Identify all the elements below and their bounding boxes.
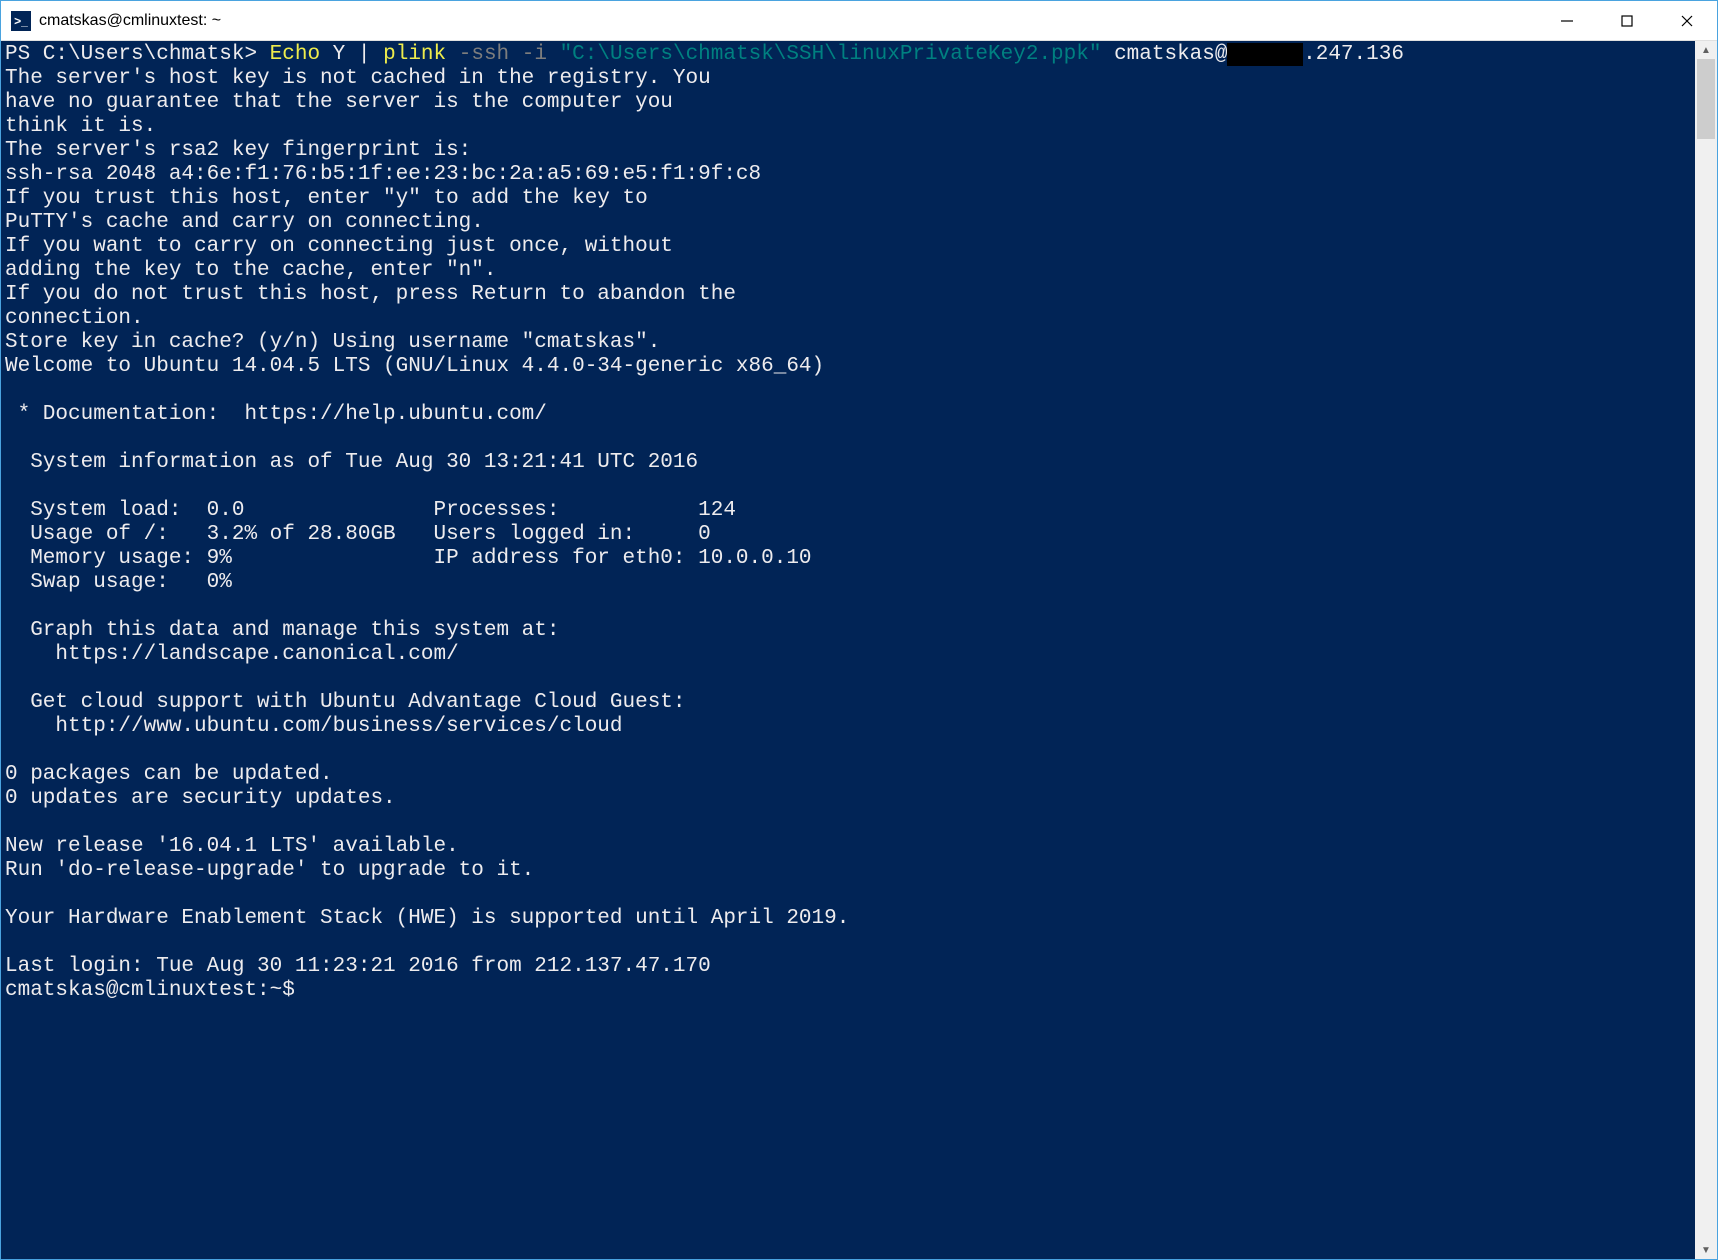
out-line: 0 updates are security updates.	[5, 787, 396, 810]
cmd-y: Y	[333, 43, 358, 66]
out-line: Usage of /: 3.2% of 28.80GB Users logged…	[5, 523, 711, 546]
titlebar[interactable]: >_ cmatskas@cmlinuxtest: ~	[1, 1, 1717, 41]
out-line: ssh-rsa 2048 a4:6e:f1:76:b5:1f:ee:23:bc:…	[5, 163, 761, 186]
cmd-plink: plink	[383, 43, 459, 66]
out-line: Welcome to Ubuntu 14.04.5 LTS (GNU/Linux…	[5, 355, 824, 378]
out-line: PuTTY's cache and carry on connecting.	[5, 211, 484, 234]
scrollbar-thumb[interactable]	[1697, 59, 1715, 139]
out-line: System load: 0.0 Processes: 124	[5, 499, 736, 522]
out-line: * Documentation: https://help.ubuntu.com…	[5, 403, 547, 426]
terminal-area[interactable]: PS C:\Users\chmatsk> Echo Y | plink -ssh…	[1, 41, 1717, 1259]
out-line: adding the key to the cache, enter "n".	[5, 259, 496, 282]
out-line: If you want to carry on connecting just …	[5, 235, 673, 258]
minimize-button[interactable]	[1537, 1, 1597, 40]
out-line: The server's host key is not cached in t…	[5, 67, 711, 90]
scroll-up-arrow-icon[interactable]: ▲	[1695, 41, 1717, 59]
powershell-window: >_ cmatskas@cmlinuxtest: ~ PS C:\Users\c…	[0, 0, 1718, 1260]
close-button[interactable]	[1657, 1, 1717, 40]
out-line: Graph this data and manage this system a…	[5, 619, 560, 642]
scroll-down-arrow-icon[interactable]: ▼	[1695, 1241, 1717, 1259]
cmd-pipe: |	[358, 43, 383, 66]
close-icon	[1680, 14, 1694, 28]
ps-prompt-prefix: PS C:\Users\chmatsk>	[5, 43, 270, 66]
minimize-icon	[1560, 14, 1574, 28]
out-line: New release '16.04.1 LTS' available.	[5, 835, 459, 858]
out-line: If you trust this host, enter "y" to add…	[5, 187, 648, 210]
powershell-icon: >_	[11, 11, 31, 31]
cmd-echo: Echo	[270, 43, 333, 66]
out-line: have no guarantee that the server is the…	[5, 91, 673, 114]
out-line: Get cloud support with Ubuntu Advantage …	[5, 691, 686, 714]
out-line: Last login: Tue Aug 30 11:23:21 2016 fro…	[5, 955, 711, 978]
cmd-ip-tail: .247.136	[1303, 43, 1404, 66]
out-line: think it is.	[5, 115, 156, 138]
cmd-redacted-ip: XXXXXX	[1227, 43, 1303, 66]
out-line: If you do not trust this host, press Ret…	[5, 283, 736, 306]
terminal-output[interactable]: PS C:\Users\chmatsk> Echo Y | plink -ssh…	[1, 41, 1695, 1259]
out-line: System information as of Tue Aug 30 13:2…	[5, 451, 698, 474]
out-line: The server's rsa2 key fingerprint is:	[5, 139, 471, 162]
out-line: Memory usage: 9% IP address for eth0: 10…	[5, 547, 812, 570]
window-controls	[1537, 1, 1717, 40]
out-line: 0 packages can be updated.	[5, 763, 333, 786]
vertical-scrollbar[interactable]: ▲ ▼	[1695, 41, 1717, 1259]
cmd-keypath: "C:\Users\chmatsk\SSH\linuxPrivateKey2.p…	[560, 43, 1115, 66]
out-line: Your Hardware Enablement Stack (HWE) is …	[5, 907, 849, 930]
window-title: cmatskas@cmlinuxtest: ~	[39, 12, 1537, 30]
out-line: http://www.ubuntu.com/business/services/…	[5, 715, 623, 738]
cmd-userhost: cmatskas@	[1114, 43, 1227, 66]
shell-prompt: cmatskas@cmlinuxtest:~$	[5, 979, 295, 1002]
out-line: Store key in cache? (y/n) Using username…	[5, 331, 660, 354]
out-line: Swap usage: 0%	[5, 571, 232, 594]
maximize-button[interactable]	[1597, 1, 1657, 40]
maximize-icon	[1620, 14, 1634, 28]
out-line: Run 'do-release-upgrade' to upgrade to i…	[5, 859, 534, 882]
cmd-flags: -ssh -i	[459, 43, 560, 66]
out-line: https://landscape.canonical.com/	[5, 643, 459, 666]
out-line: connection.	[5, 307, 144, 330]
